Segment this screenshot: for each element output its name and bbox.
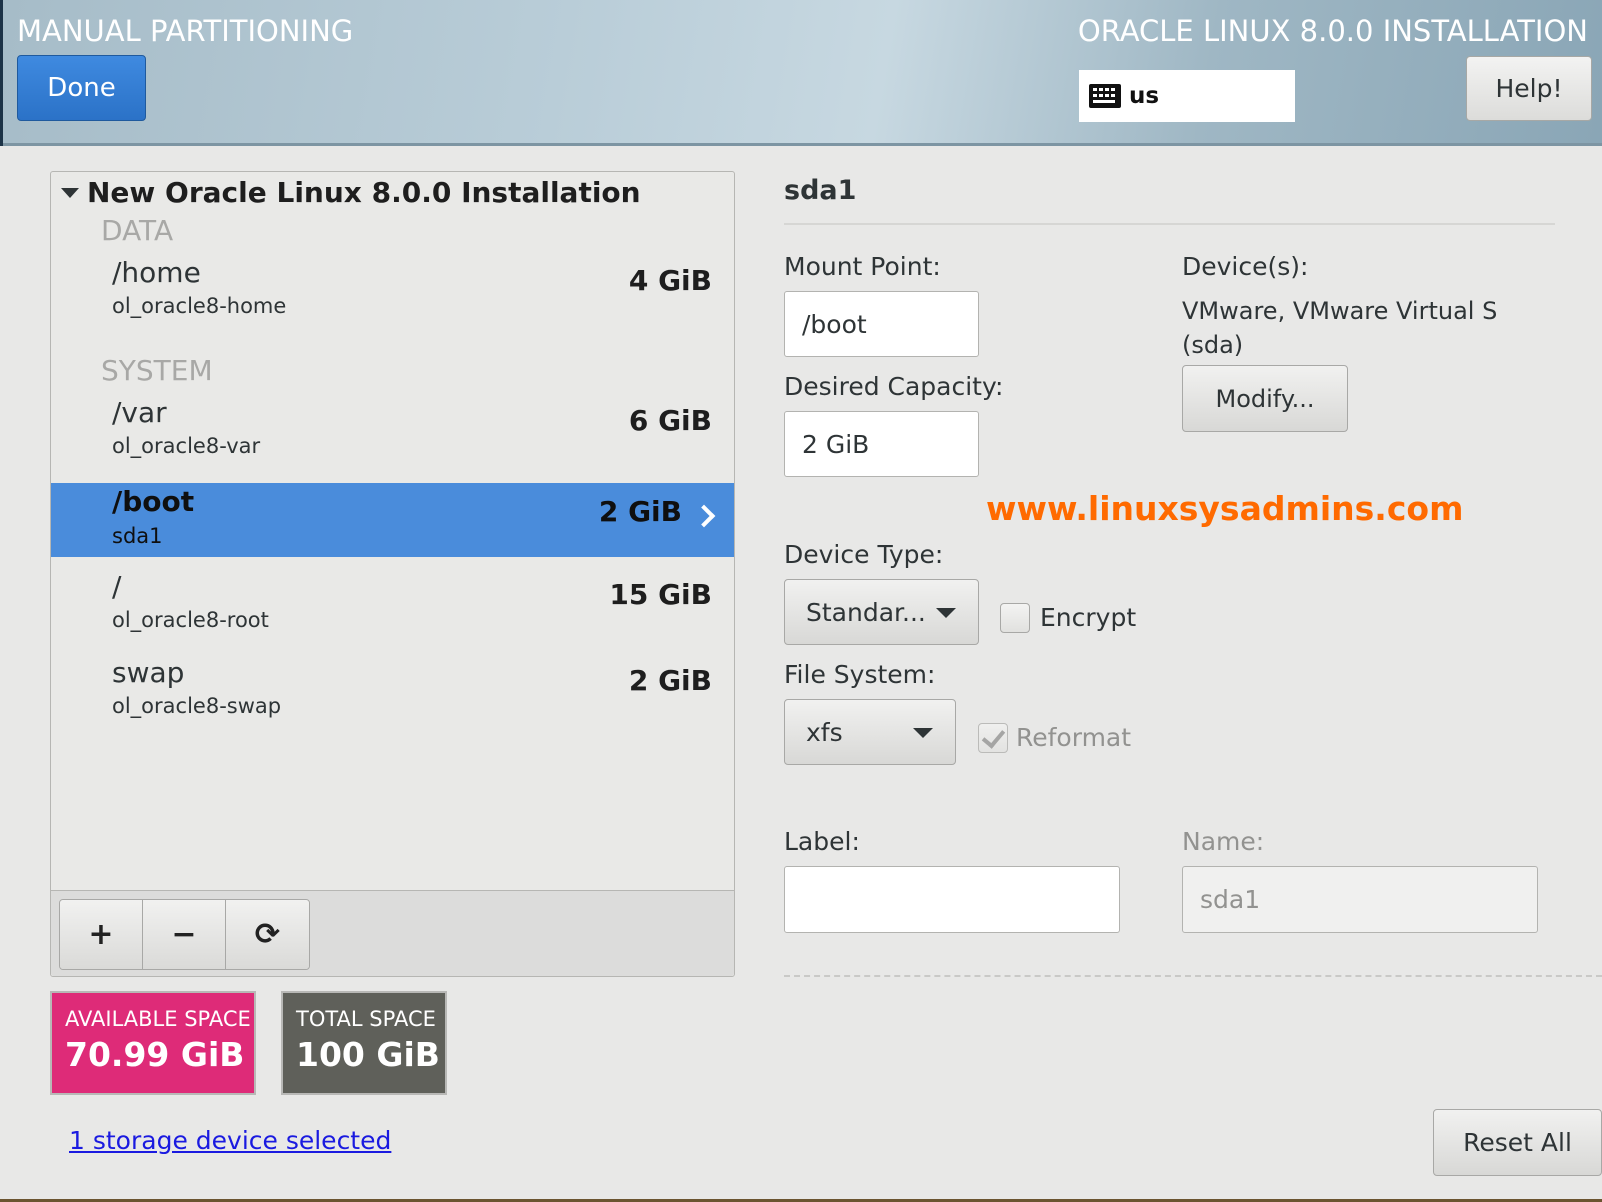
group-label-system: SYSTEM <box>101 354 213 387</box>
device-type-label: Device Type: <box>784 540 944 569</box>
label-field-label: Label: <box>784 827 860 856</box>
device-name: ol_oracle8-swap <box>112 694 282 718</box>
partition-row[interactable]: /home ol_oracle8-home 4 GiB <box>51 256 734 330</box>
name-field-label: Name: <box>1182 827 1265 856</box>
mount-point: / <box>112 570 122 603</box>
add-partition-button[interactable]: + <box>60 900 143 969</box>
page-title: MANUAL PARTITIONING <box>17 14 354 48</box>
total-space-label: TOTAL SPACE <box>296 1007 436 1031</box>
reformat-label: Reformat <box>1016 723 1132 752</box>
device-type-value: Standar... <box>806 597 926 627</box>
encrypt-checkbox[interactable] <box>1000 603 1030 633</box>
partition-size: 4 GiB <box>628 264 712 297</box>
partition-size: 2 GiB <box>628 664 712 697</box>
chevron-right-icon <box>692 504 716 528</box>
partition-row[interactable]: swap ol_oracle8-swap 2 GiB <box>51 656 734 730</box>
storage-device-link[interactable]: 1 storage device selected <box>69 1126 391 1155</box>
plus-icon: + <box>88 917 114 952</box>
file-system-value: xfs <box>806 717 843 747</box>
refresh-icon: ⟳ <box>254 917 281 952</box>
label-input[interactable] <box>784 866 1120 933</box>
device-name: sda1 <box>112 524 163 548</box>
remove-partition-button[interactable]: − <box>143 900 226 969</box>
selected-partition-title: sda1 <box>784 175 857 206</box>
dropdown-arrow-icon <box>936 608 956 618</box>
done-button[interactable]: Done <box>17 55 146 121</box>
devices-label: Device(s): <box>1182 252 1309 281</box>
keyboard-layout-indicator[interactable]: us <box>1079 70 1295 122</box>
watermark-text: www.linuxsysadmins.com <box>986 489 1464 528</box>
partition-size: 6 GiB <box>628 404 712 437</box>
expander-triangle-icon[interactable] <box>61 187 79 198</box>
partition-tree: New Oracle Linux 8.0.0 Installation DATA… <box>50 171 735 977</box>
partition-toolbar: + − ⟳ <box>51 890 734 976</box>
partition-row[interactable]: /var ol_oracle8-var 6 GiB <box>51 396 734 470</box>
group-label-data: DATA <box>101 214 174 247</box>
device-name: ol_oracle8-root <box>112 608 269 632</box>
file-system-label: File System: <box>784 660 936 689</box>
encrypt-label: Encrypt <box>1040 603 1137 632</box>
available-space-badge: AVAILABLE SPACE 70.99 GiB <box>50 991 256 1095</box>
available-space-label: AVAILABLE SPACE <box>65 1007 251 1031</box>
mount-point: /home <box>112 256 201 289</box>
refresh-button[interactable]: ⟳ <box>226 900 309 969</box>
mount-point: /boot <box>112 485 195 518</box>
device-type-dropdown[interactable]: Standar... <box>784 579 979 645</box>
title-divider <box>784 223 1555 225</box>
help-button[interactable]: Help! <box>1466 56 1592 121</box>
installation-root-label: New Oracle Linux 8.0.0 Installation <box>87 176 641 209</box>
reset-all-button[interactable]: Reset All <box>1433 1109 1602 1176</box>
product-title: ORACLE LINUX 8.0.0 INSTALLATION <box>1077 14 1588 48</box>
partition-size: 15 GiB <box>609 578 712 611</box>
partition-row-selected[interactable]: /boot sda1 2 GiB <box>51 483 734 557</box>
mount-point: /var <box>112 396 167 429</box>
file-system-dropdown[interactable]: xfs <box>784 699 956 765</box>
mount-point: swap <box>112 656 185 689</box>
mount-point-label: Mount Point: <box>784 252 941 281</box>
mount-point-input[interactable] <box>784 291 979 357</box>
installation-root[interactable]: New Oracle Linux 8.0.0 Installation <box>61 176 641 209</box>
available-space-value: 70.99 GiB <box>65 1035 245 1074</box>
modify-button[interactable]: Modify... <box>1182 365 1348 432</box>
desired-capacity-input[interactable] <box>784 411 979 477</box>
header-bar: MANUAL PARTITIONING ORACLE LINUX 8.0.0 I… <box>0 0 1602 146</box>
partition-size: 2 GiB <box>598 495 682 528</box>
devices-value: VMware, VMware Virtual S (sda) <box>1182 297 1498 359</box>
device-name: ol_oracle8-home <box>112 294 287 318</box>
desired-capacity-label: Desired Capacity: <box>784 372 1004 401</box>
name-input <box>1182 866 1538 933</box>
partition-row[interactable]: / ol_oracle8-root 15 GiB <box>51 570 734 644</box>
minus-icon: − <box>171 917 197 952</box>
reformat-checkbox[interactable] <box>978 723 1008 753</box>
device-name: ol_oracle8-var <box>112 434 261 458</box>
total-space-value: 100 GiB <box>296 1035 440 1074</box>
total-space-badge: TOTAL SPACE 100 GiB <box>281 991 447 1095</box>
checkmark-icon <box>981 724 1006 749</box>
dropdown-arrow-icon <box>913 728 933 738</box>
dashed-divider <box>784 975 1602 977</box>
keyboard-icon <box>1089 84 1121 108</box>
keyboard-layout-label: us <box>1129 83 1160 109</box>
